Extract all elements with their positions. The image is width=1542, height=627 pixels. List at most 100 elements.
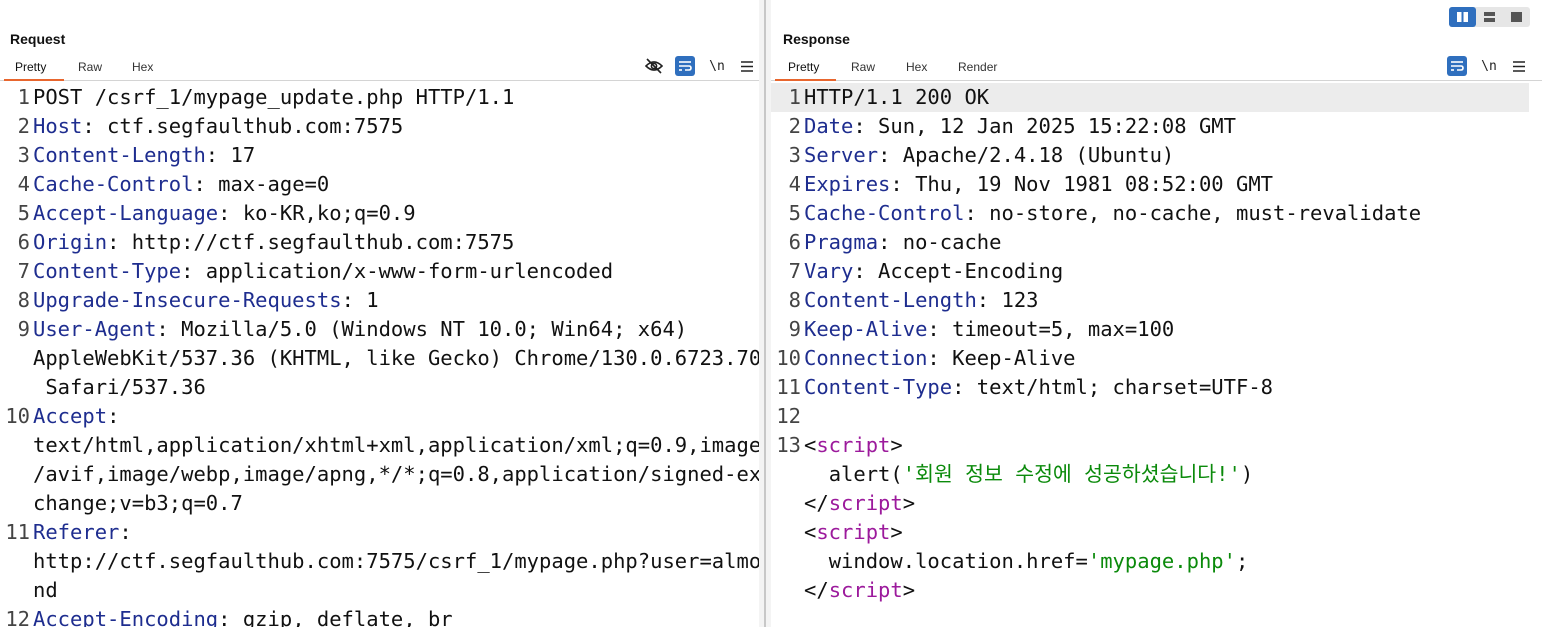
request-editor[interactable]: 1 POST /csrf_1/mypage_update.php HTTP/1.1… [0,83,759,627]
header-value: : http://ctf.segfaulthub.com:7575 [107,230,515,254]
split-vertical-icon[interactable] [1476,7,1503,27]
line-number: 3 [788,143,801,167]
header-value: : Sun, 12 Jan 2025 15:22:08 GMT [853,114,1236,138]
line-number: 6 [17,230,30,254]
header-name: Upgrade-Insecure-Requests [33,288,342,312]
code-line: </script> [804,491,916,515]
code-line: 10 Accept: [0,402,759,431]
header-value: : 123 [976,288,1039,312]
code-line: change;v=b3;q=0.7 [0,489,759,518]
code-line: 4 Expires: Thu, 19 Nov 1981 08:52:00 GMT [771,170,1542,199]
code-line: 1 POST /csrf_1/mypage_update.php HTTP/1.1 [0,83,759,112]
code-line: 7 Content-Type: application/x-www-form-ur… [0,257,759,286]
line-number: 12 [5,607,30,627]
header-value: : Accept-Encoding [853,259,1064,283]
line-number: 7 [17,259,30,283]
response-editor[interactable]: 1 HTTP/1.1 200 OK 2 Date: Sun, 12 Jan 202… [771,83,1542,627]
code-line: http://ctf.segfaulthub.com:7575/csrf_1/m… [0,547,759,576]
newline-icon[interactable]: \n [1479,56,1499,76]
header-value: POST /csrf_1/mypage_update.php HTTP/1.1 [33,85,515,109]
menu-icon[interactable] [737,56,757,76]
header-value: : timeout=5, max=100 [927,317,1175,341]
code-line: 11 Content-Type: text/html; charset=UTF-8 [771,373,1542,402]
request-pane: Request Pretty Raw Hex \n 1 POST /csrf_1/… [0,0,759,627]
code-line: nd [0,576,759,605]
line-number: 13 [776,433,801,457]
line-number: 2 [788,114,801,138]
line-number [0,576,33,605]
code-line: <script> [804,520,903,544]
line-number [0,344,33,373]
header-value: Safari/537.36 [33,375,206,399]
response-tab-hex[interactable]: Hex [906,60,927,74]
wrap-icon[interactable] [675,56,695,76]
code-line: 6 Pragma: no-cache [771,228,1542,257]
response-tabs: Pretty Raw Hex Render [771,56,1542,81]
request-tab-raw[interactable]: Raw [78,60,102,74]
response-tab-raw[interactable]: Raw [851,60,875,74]
line-number: 4 [17,172,30,196]
script-tag: script [828,491,903,515]
line-number: 11 [776,375,801,399]
header-value: : application/x-www-form-urlencoded [181,259,614,283]
header-value: : 1 [341,288,379,312]
split-horizontal-icon[interactable] [1449,7,1476,27]
header-name: Accept-Language [33,201,219,225]
line-number [0,547,33,576]
line-number [0,489,33,518]
header-value: : no-cache [878,230,1002,254]
wrap-icon[interactable] [1447,56,1467,76]
response-title: Response [783,31,850,47]
header-value: AppleWebKit/537.36 (KHTML, like Gecko) C… [33,346,759,370]
header-name: Content-Length [804,288,977,312]
header-value: http://ctf.segfaulthub.com:7575/csrf_1/m… [33,549,759,573]
script-tag: script [816,433,891,457]
header-name: Expires [804,172,891,196]
header-value: : no-store, no-cache, must-revalidate [964,201,1422,225]
layout-toggle [1449,7,1530,27]
header-value: : Apache/2.4.18 (Ubuntu) [878,143,1175,167]
code-line: 13 <script> [771,431,1542,460]
active-tab-indicator [4,79,64,81]
header-value: : Keep-Alive [927,346,1076,370]
header-value: /avif,image/webp,image/apng,*/*;q=0.8,ap… [33,462,759,486]
code-line: </script> [804,578,916,602]
active-tab-indicator [775,79,836,81]
header-value: : Thu, 19 Nov 1981 08:52:00 GMT [890,172,1274,196]
response-pane: Response Pretty Raw Hex Render \n 1 HTTP… [771,0,1542,627]
header-value: change;v=b3;q=0.7 [33,491,243,515]
code-line: 3 Content-Length: 17 [0,141,759,170]
line-number: 1 [788,85,801,109]
header-name: Origin [33,230,108,254]
pane-splitter[interactable] [759,0,771,627]
header-name: Pragma [804,230,879,254]
header-name: Content-Length [33,143,206,167]
header-name: Server [804,143,879,167]
request-tab-pretty[interactable]: Pretty [15,60,46,74]
header-value: : Mozilla/5.0 (Windows NT 10.0; Win64; x… [156,317,688,341]
request-tab-hex[interactable]: Hex [132,60,153,74]
menu-icon[interactable] [1509,56,1529,76]
line-number: 6 [788,230,801,254]
header-name: Host [33,114,83,138]
header-name: Content-Type [804,375,953,399]
location-string: 'mypage.php' [1087,549,1236,573]
line-number: 8 [17,288,30,312]
hide-icon[interactable] [644,56,664,76]
header-name: Accept [33,404,108,428]
code-line: 8 Upgrade-Insecure-Requests: 1 [0,286,759,315]
code-line: AppleWebKit/537.36 (KHTML, like Gecko) C… [0,344,759,373]
newline-icon[interactable]: \n [707,56,727,76]
script-tag: script [816,520,891,544]
response-tab-render[interactable]: Render [958,60,997,74]
line-number [0,373,33,402]
header-name: Connection [804,346,928,370]
header-name: Cache-Control [33,172,194,196]
header-name: Accept-Encoding [33,607,219,627]
response-tab-pretty[interactable]: Pretty [788,60,819,74]
line-number: 10 [5,404,30,428]
single-pane-icon[interactable] [1503,7,1530,27]
code-line: 11 Referer: [0,518,759,547]
code-line: 9 User-Agent: Mozilla/5.0 (Windows NT 10.… [0,315,759,344]
code-line: text/html,application/xhtml+xml,applicat… [0,431,759,460]
